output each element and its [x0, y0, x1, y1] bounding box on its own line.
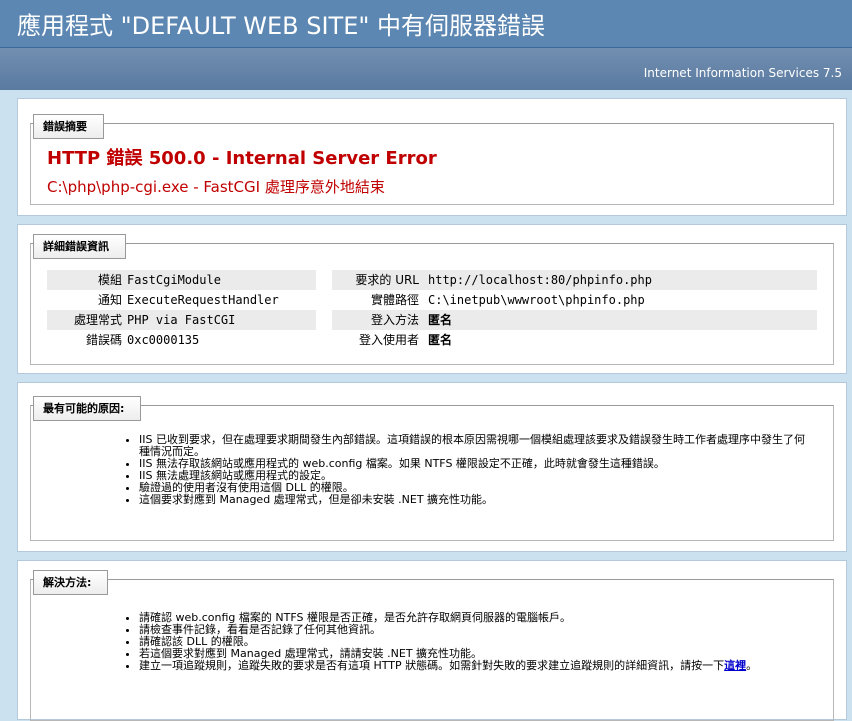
detail-row-logon-method: 登入方法 匿名 [332, 310, 817, 330]
detail-value: ExecuteRequestHandler [127, 293, 279, 307]
summary-legend: 錯誤摘要 [33, 114, 104, 139]
details-fieldset: 詳細錯誤資訊 模組 FastCgiModule 通知 ExecuteReques… [30, 234, 834, 365]
causes-list: IIS 已收到要求，但在處理要求期間發生內部錯誤。這項錯誤的根本原因需視哪一個模… [125, 434, 815, 506]
page-title: 應用程式 "DEFAULT WEB SITE" 中有伺服器錯誤 [0, 0, 852, 48]
solutions-list: 請確認 web.config 檔案的 NTFS 權限是否正確，是否允許存取網頁伺… [125, 612, 815, 672]
list-item: 建立一項追蹤規則，追蹤失敗的要求是否有這項 HTTP 狀態碼。如需針對失敗的要求… [139, 660, 815, 672]
detail-label: 通知 [97, 293, 122, 307]
details-panel: 詳細錯誤資訊 模組 FastCgiModule 通知 ExecuteReques… [17, 224, 847, 374]
causes-legend: 最有可能的原因: [33, 396, 142, 421]
causes-fieldset: 最有可能的原因: IIS 已收到要求，但在處理要求期間發生內部錯誤。這項錯誤的根… [30, 396, 834, 541]
product-name: Internet Information Services 7.5 [0, 48, 852, 90]
detail-row-error-code: 錯誤碼 0xc0000135 [47, 330, 316, 350]
detail-value: PHP via FastCGI [127, 313, 236, 327]
detail-row-notification: 通知 ExecuteRequestHandler [47, 290, 316, 310]
summary-fieldset: 錯誤摘要 HTTP 錯誤 500.0 - Internal Server Err… [30, 114, 834, 205]
list-item-end: 。 [746, 659, 758, 672]
detail-value: FastCgiModule [127, 273, 221, 287]
details-legend: 詳細錯誤資訊 [33, 234, 126, 259]
solutions-legend: 解決方法: [33, 570, 109, 595]
here-link[interactable]: 這裡 [724, 659, 746, 672]
causes-panel: 最有可能的原因: IIS 已收到要求，但在處理要求期間發生內部錯誤。這項錯誤的根… [17, 382, 847, 552]
detail-value: 匿名 [428, 313, 453, 327]
solutions-fieldset: 解決方法: 請確認 web.config 檔案的 NTFS 權限是否正確，是否允… [30, 570, 834, 721]
detail-row-url: 要求的 URL http://localhost:80/phpinfo.php [332, 270, 817, 290]
detail-label: 要求的 URL [355, 273, 419, 287]
detail-row-logon-user: 登入使用者 匿名 [332, 330, 817, 350]
detail-label: 錯誤碼 [85, 333, 122, 347]
list-item: 這個要求對應到 Managed 處理常式，但是卻未安裝 .NET 擴充性功能。 [139, 494, 815, 506]
detail-row-handler: 處理常式 PHP via FastCGI [47, 310, 316, 330]
detail-value: 匿名 [428, 333, 453, 347]
detail-value: http://localhost:80/phpinfo.php [428, 273, 652, 287]
summary-panel: 錯誤摘要 HTTP 錯誤 500.0 - Internal Server Err… [17, 98, 847, 216]
detail-row-module: 模組 FastCgiModule [47, 270, 316, 290]
detail-value: 0xc0000135 [127, 333, 200, 347]
detail-label: 登入方法 [370, 313, 419, 327]
list-item-text: 建立一項追蹤規則，追蹤失敗的要求是否有這項 HTTP 狀態碼。如需針對失敗的要求… [139, 659, 725, 672]
solutions-panel: 解決方法: 請確認 web.config 檔案的 NTFS 權限是否正確，是否允… [17, 560, 847, 721]
error-title: HTTP 錯誤 500.0 - Internal Server Error [47, 148, 437, 169]
detail-label: 處理常式 [73, 313, 122, 327]
detail-label: 登入使用者 [358, 333, 419, 347]
detail-value: C:\inetpub\wwwroot\phpinfo.php [428, 293, 645, 307]
list-item: IIS 已收到要求，但在處理要求期間發生內部錯誤。這項錯誤的根本原因需視哪一個模… [139, 434, 815, 458]
detail-label: 實體路徑 [370, 293, 419, 307]
detail-label: 模組 [97, 273, 122, 287]
detail-row-physical-path: 實體路徑 C:\inetpub\wwwroot\phpinfo.php [332, 290, 817, 310]
error-detail: C:\php\php-cgi.exe - FastCGI 處理序意外地結束 [47, 178, 385, 196]
